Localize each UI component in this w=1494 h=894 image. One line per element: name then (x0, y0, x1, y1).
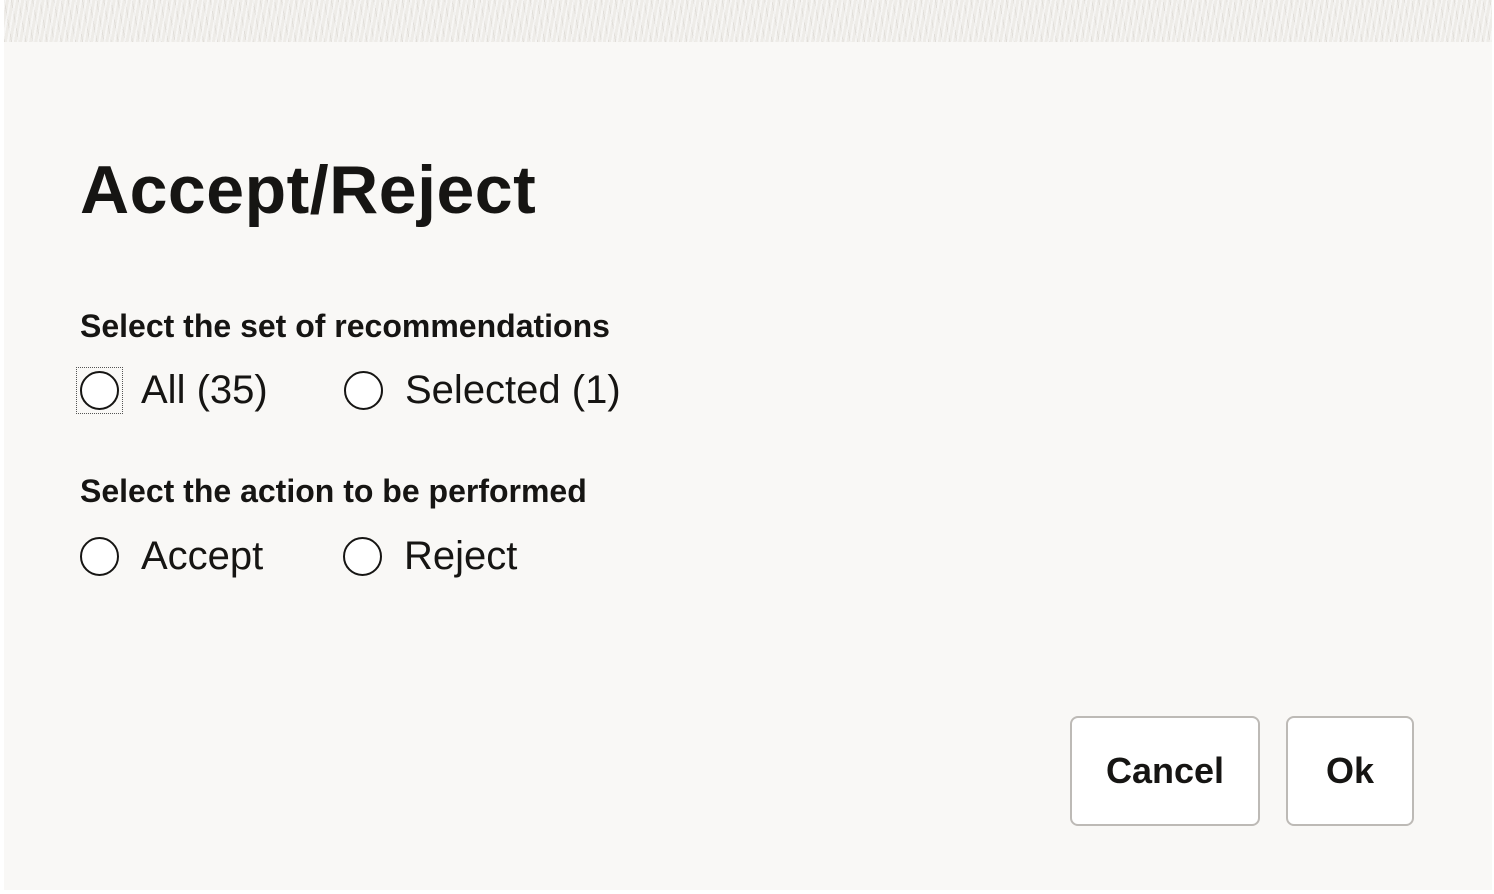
action-label: Select the action to be performed (80, 473, 587, 509)
radio-option-reject[interactable]: Reject (343, 532, 517, 580)
radio-button-selected[interactable] (344, 370, 383, 410)
cancel-button[interactable]: Cancel (1070, 716, 1260, 826)
focus-ring (76, 366, 123, 414)
radio-button-reject[interactable] (343, 536, 382, 576)
radio-label-reject: Reject (404, 534, 518, 578)
radio-label-all: All (35) (141, 368, 268, 412)
radio-label-accept: Accept (141, 534, 264, 578)
accept-reject-dialog: Accept/Reject Select the set of recommen… (4, 0, 1492, 890)
radio-option-all[interactable]: All (35) (76, 366, 268, 414)
ok-button[interactable]: Ok (1286, 716, 1414, 826)
radio-button-all[interactable] (80, 370, 119, 410)
radio-option-accept[interactable]: Accept (80, 532, 263, 580)
radio-button-accept[interactable] (80, 536, 119, 576)
radio-label-selected: Selected (1) (405, 368, 621, 412)
recommendation-set-label: Select the set of recommendations (80, 308, 610, 344)
radio-option-selected[interactable]: Selected (1) (344, 366, 621, 414)
dialog-header-strip (4, 0, 1492, 42)
dialog-title: Accept/Reject (80, 152, 537, 228)
